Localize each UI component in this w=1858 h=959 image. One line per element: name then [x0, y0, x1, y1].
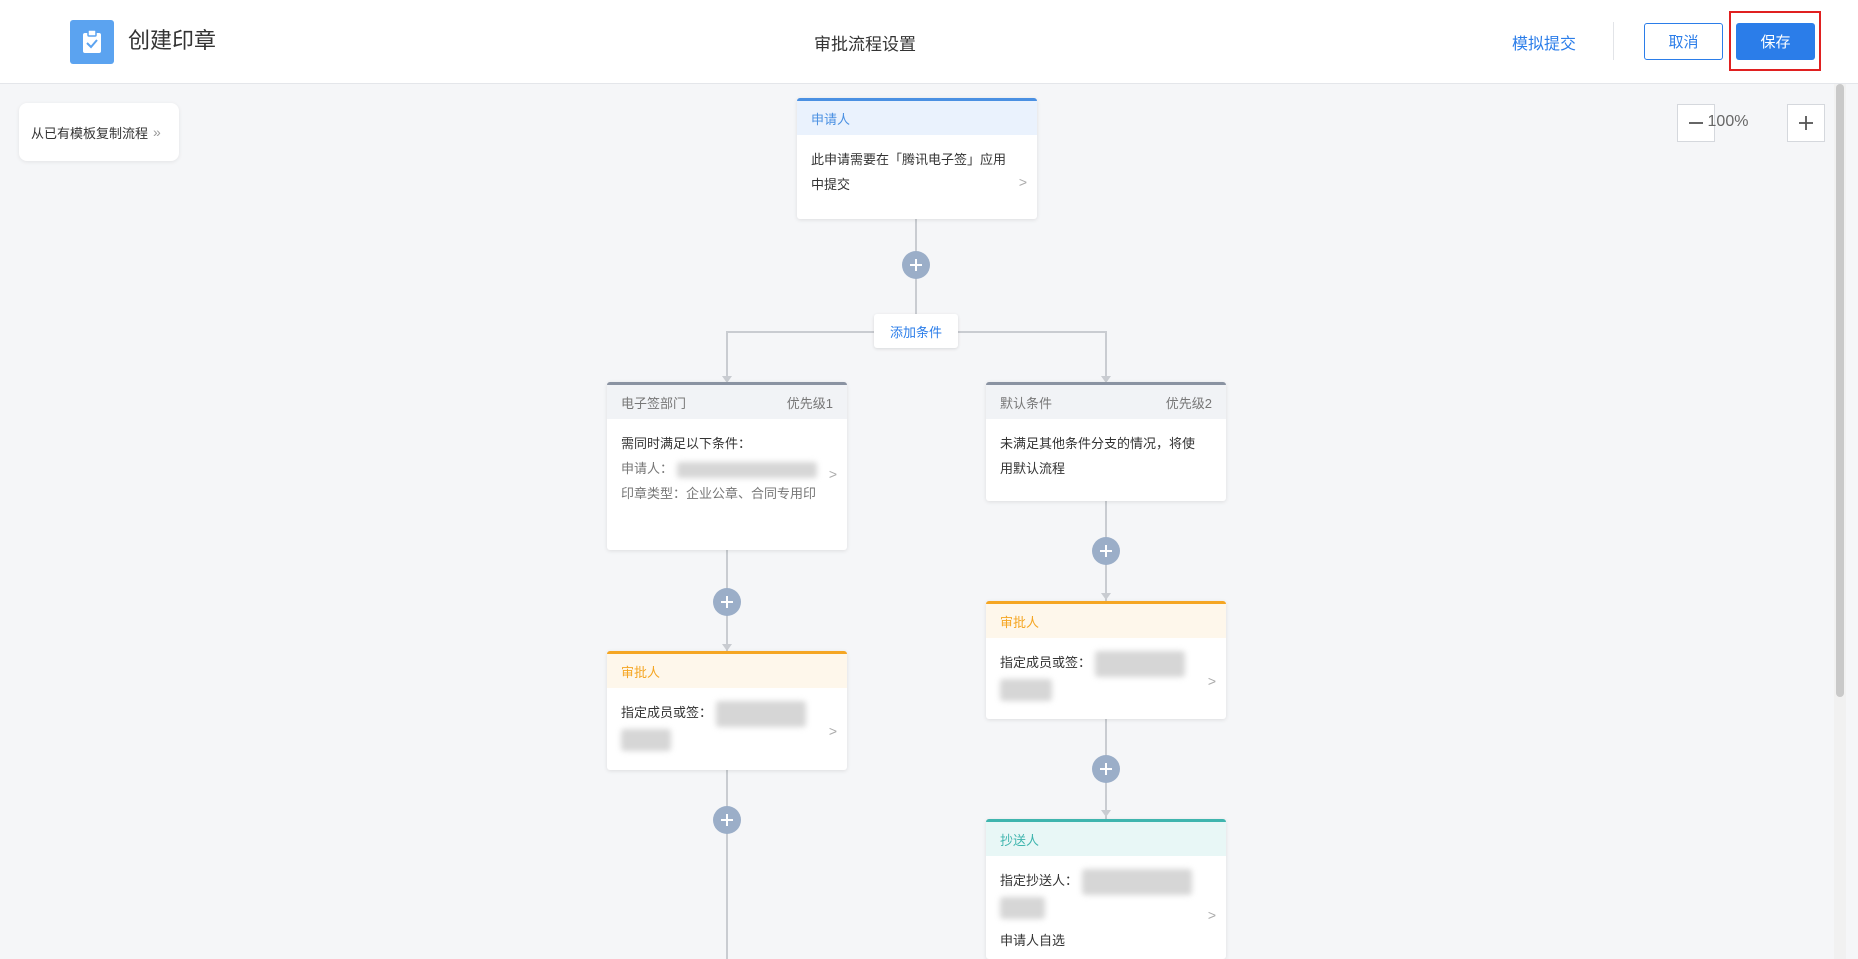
condition-line: 印章类型：企业公章、合同专用印: [621, 486, 817, 501]
card-header: 默认条件 优先级2: [986, 385, 1226, 419]
zoom-in-button[interactable]: [1787, 104, 1825, 142]
cancel-button[interactable]: 取消: [1644, 23, 1723, 60]
add-node-button[interactable]: [1092, 755, 1120, 783]
top-bar: 创建印章 审批流程设置 模拟提交 取消 保存: [0, 0, 1858, 84]
applicant-card[interactable]: 申请人 此申请需要在「腾讯电子签」应用中提交 >: [797, 98, 1037, 219]
header-divider: [1613, 22, 1614, 60]
card-body: 此申请需要在「腾讯电子签」应用中提交 >: [797, 135, 1037, 219]
card-header: 电子签部门 优先级1: [607, 385, 847, 419]
card-content: 未满足其他条件分支的情况，将使用默认流程: [1000, 436, 1196, 476]
copy-template-button[interactable]: 从已有模板复制流程 »: [19, 103, 179, 161]
add-node-button[interactable]: [713, 806, 741, 834]
card-body: 指定成员或签： >: [607, 688, 847, 764]
save-button[interactable]: 保存: [1736, 23, 1815, 60]
page-title: 审批流程设置: [814, 35, 916, 54]
card-header: 抄送人: [986, 822, 1226, 856]
card-content: 指定成员或签：: [621, 705, 713, 720]
simulate-submit-link[interactable]: 模拟提交: [1512, 30, 1576, 54]
card-title: 抄送人: [1000, 832, 1040, 848]
approver-card[interactable]: 审批人 指定成员或签： >: [607, 651, 847, 770]
plus-icon: [1799, 116, 1813, 130]
card-title: 审批人: [621, 664, 661, 680]
redacted-value: [1000, 679, 1052, 702]
redacted-value: [676, 461, 817, 478]
card-body: 未满足其他条件分支的情况，将使用默认流程: [986, 419, 1226, 493]
add-condition-button[interactable]: 添加条件: [874, 314, 958, 348]
priority-label: 优先级1: [786, 395, 833, 411]
redacted-value: [1094, 650, 1185, 677]
chevron-right-icon: >: [1207, 672, 1216, 689]
scrollbar-thumb[interactable]: [1836, 84, 1844, 697]
priority-label: 优先级2: [1165, 395, 1212, 411]
condition-card[interactable]: 默认条件 优先级2 未满足其他条件分支的情况，将使用默认流程: [986, 382, 1226, 501]
plus-icon: [910, 259, 922, 271]
approver-card[interactable]: 审批人 指定成员或签： >: [986, 601, 1226, 719]
card-content: 指定抄送人：: [1000, 873, 1079, 888]
card-title: 电子签部门: [621, 395, 687, 411]
plus-icon: [721, 596, 733, 608]
connector-line: [726, 770, 728, 959]
add-node-button[interactable]: [713, 588, 741, 616]
card-header: 审批人: [607, 654, 847, 688]
condition-label: 申请人：: [621, 461, 674, 476]
condition-line: 需同时满足以下条件：: [621, 436, 752, 451]
cc-card[interactable]: 抄送人 指定抄送人： 申请人自选 >: [986, 819, 1226, 959]
zoom-level: 100%: [1707, 113, 1749, 130]
add-node-button[interactable]: [1092, 537, 1120, 565]
plus-icon: [721, 814, 733, 826]
condition-card[interactable]: 电子签部门 优先级1 需同时满足以下条件： 申请人： 印章类型：企业公章、合同专…: [607, 382, 847, 550]
arrow-down-icon: [722, 644, 732, 651]
vertical-scrollbar[interactable]: [1834, 84, 1846, 959]
plus-icon: [1100, 763, 1112, 775]
card-content: 指定成员或签：: [1000, 655, 1092, 670]
card-body: 需同时满足以下条件： 申请人： 印章类型：企业公章、合同专用印 >: [607, 419, 847, 518]
chevron-right-icon: >: [1018, 174, 1027, 190]
card-body: 指定抄送人： 申请人自选 >: [986, 856, 1226, 959]
add-node-button[interactable]: [902, 251, 930, 279]
redacted-value: [1081, 868, 1192, 895]
card-body: 指定成员或签： >: [986, 638, 1226, 714]
chevron-right-icon: >: [828, 465, 837, 482]
card-content: 此申请需要在「腾讯电子签」应用中提交: [811, 152, 1007, 192]
double-chevron-right-icon: »: [153, 124, 161, 140]
copy-template-label: 从已有模板复制流程: [31, 125, 149, 141]
chevron-right-icon: >: [828, 722, 837, 739]
redacted-value: [715, 700, 806, 727]
arrow-down-icon: [1101, 593, 1111, 600]
card-content: 申请人自选: [1000, 932, 1066, 948]
redacted-value: [621, 729, 671, 752]
plus-icon: [1100, 545, 1112, 557]
redacted-value: [1000, 897, 1045, 920]
card-title: 申请人: [811, 111, 851, 127]
chevron-right-icon: >: [1207, 907, 1216, 924]
arrow-down-icon: [1101, 810, 1111, 817]
card-header: 审批人: [986, 604, 1226, 638]
card-title: 审批人: [1000, 614, 1040, 630]
connector-line: [1105, 331, 1107, 381]
card-title: 默认条件: [1000, 395, 1053, 411]
condition-line: 申请人：: [621, 456, 817, 481]
connector-line: [726, 331, 728, 381]
card-header: 申请人: [797, 101, 1037, 135]
